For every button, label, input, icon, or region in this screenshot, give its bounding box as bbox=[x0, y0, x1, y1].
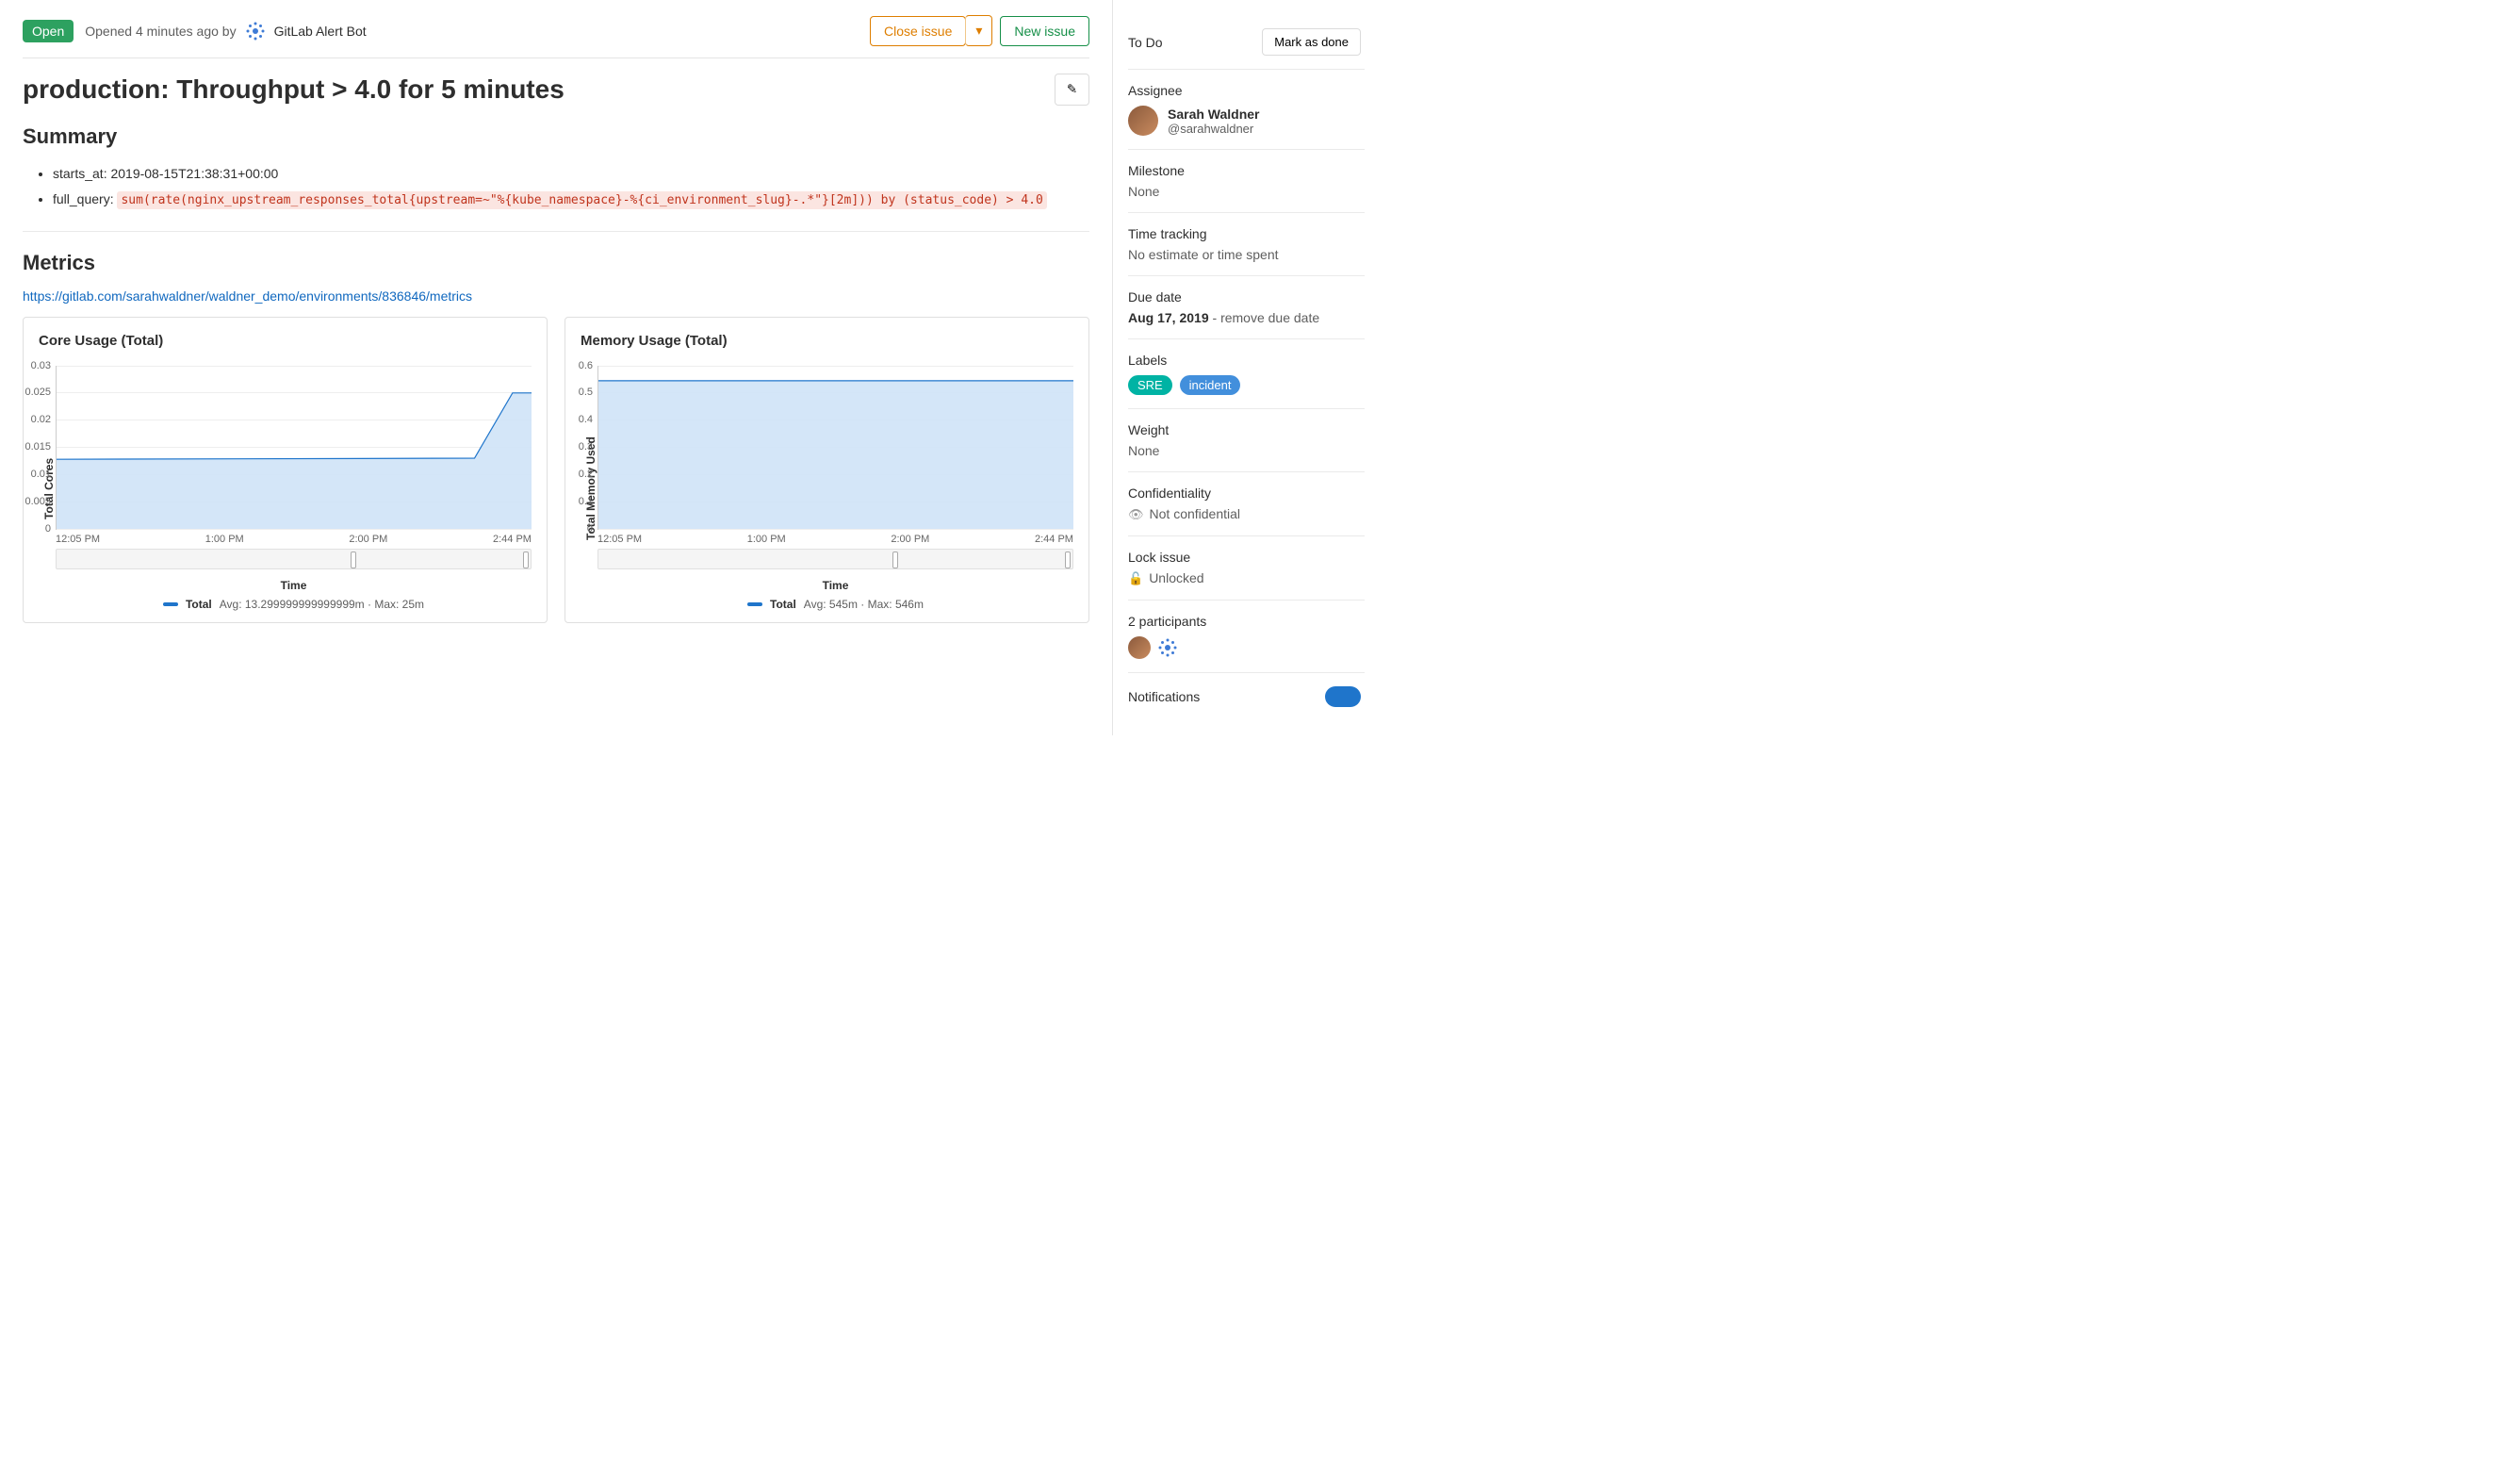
summary-list: starts_at: 2019-08-15T21:38:31+00:00 ful… bbox=[23, 162, 1089, 212]
participant-bot-icon[interactable] bbox=[1156, 636, 1179, 659]
summary-item-starts-at: starts_at: 2019-08-15T21:38:31+00:00 bbox=[53, 162, 1089, 186]
due-date-label: Due date bbox=[1128, 289, 1361, 305]
brush-handle-left[interactable] bbox=[892, 551, 898, 568]
charts-row: Core Usage (Total) Total Cores 00.0050.0… bbox=[23, 317, 1089, 623]
summary-item-full-query: full_query: sum(rate(nginx_upstream_resp… bbox=[53, 188, 1089, 211]
assignee-label: Assignee bbox=[1128, 83, 1361, 98]
edit-title-button[interactable] bbox=[1055, 74, 1089, 106]
confidentiality-label: Confidentiality bbox=[1128, 486, 1361, 501]
issue-sidebar: To Do Mark as done Assignee Sarah Waldne… bbox=[1112, 0, 1365, 735]
mark-done-button[interactable]: Mark as done bbox=[1262, 28, 1361, 56]
assignee-handle: @sarahwaldner bbox=[1168, 122, 1260, 136]
due-date-suffix: - bbox=[1209, 310, 1220, 325]
assignee-avatar[interactable] bbox=[1128, 106, 1158, 136]
y-axis-label: Total Cores bbox=[39, 366, 56, 611]
label-pill-sre[interactable]: SRE bbox=[1128, 375, 1172, 395]
divider bbox=[23, 231, 1089, 232]
assignee-name[interactable]: Sarah Waldner bbox=[1168, 107, 1260, 122]
summary-heading: Summary bbox=[23, 124, 1089, 149]
milestone-label: Milestone bbox=[1128, 163, 1361, 178]
participants-label: 2 participants bbox=[1128, 614, 1361, 629]
time-tracking-label: Time tracking bbox=[1128, 226, 1361, 241]
time-brush[interactable] bbox=[56, 549, 532, 569]
close-issue-dropdown[interactable] bbox=[965, 15, 992, 46]
label-pill-incident[interactable]: incident bbox=[1180, 375, 1241, 395]
x-ticks: 12:05 PM1:00 PM2:00 PM2:44 PM bbox=[56, 530, 532, 547]
x-ticks: 12:05 PM1:00 PM2:00 PM2:44 PM bbox=[597, 530, 1073, 547]
bot-avatar-icon bbox=[244, 20, 267, 42]
opened-text: Opened 4 minutes ago by bbox=[85, 24, 236, 39]
lock-value: Unlocked bbox=[1149, 570, 1203, 585]
weight-value: None bbox=[1128, 443, 1361, 458]
opened-by: Opened 4 minutes ago by GitLab Alert Bot bbox=[85, 20, 366, 42]
chart-legend: Total Avg: 13.299999999999999m · Max: 25… bbox=[56, 598, 532, 611]
issue-header: Open Opened 4 minutes ago by GitLab Aler… bbox=[23, 15, 1089, 58]
notifications-label: Notifications bbox=[1128, 689, 1200, 704]
chart-legend: Total Avg: 545m · Max: 546m bbox=[597, 598, 1073, 611]
notifications-toggle[interactable] bbox=[1325, 686, 1361, 707]
lock-label: Lock issue bbox=[1128, 550, 1361, 565]
close-issue-button[interactable]: Close issue bbox=[870, 16, 966, 46]
plot-area[interactable]: 00.0050.010.0150.020.0250.03 bbox=[56, 366, 532, 530]
brush-handle-right[interactable] bbox=[523, 551, 529, 568]
participant-avatar[interactable] bbox=[1128, 636, 1151, 659]
labels-label: Labels bbox=[1128, 353, 1361, 368]
brush-handle-right[interactable] bbox=[1065, 551, 1071, 568]
chart-title: Memory Usage (Total) bbox=[581, 333, 1073, 349]
issue-title: production: Throughput > 4.0 for 5 minut… bbox=[23, 74, 565, 105]
time-tracking-value: No estimate or time spent bbox=[1128, 247, 1361, 262]
issue-main: Open Opened 4 minutes ago by GitLab Aler… bbox=[0, 0, 1112, 735]
chart-memory-usage: Memory Usage (Total) Total Memory Used 0… bbox=[565, 317, 1089, 623]
metrics-heading: Metrics bbox=[23, 251, 1089, 275]
legend-swatch-icon bbox=[163, 602, 178, 606]
brush-handle-left[interactable] bbox=[351, 551, 356, 568]
eye-icon bbox=[1128, 506, 1150, 521]
plot-area[interactable]: 00.10.20.30.40.50.6 bbox=[597, 366, 1073, 530]
time-brush[interactable] bbox=[597, 549, 1073, 569]
status-badge: Open bbox=[23, 20, 74, 42]
full-query-label: full_query: bbox=[53, 191, 117, 206]
legend-series-name: Total bbox=[770, 598, 796, 611]
bot-name[interactable]: GitLab Alert Bot bbox=[274, 24, 367, 39]
milestone-value: None bbox=[1128, 184, 1361, 199]
legend-stats: Avg: 13.299999999999999m · Max: 25m bbox=[220, 598, 424, 611]
new-issue-button[interactable]: New issue bbox=[1000, 16, 1089, 46]
full-query-code: sum(rate(nginx_upstream_responses_total{… bbox=[117, 191, 1046, 209]
legend-swatch-icon bbox=[747, 602, 762, 606]
legend-series-name: Total bbox=[186, 598, 212, 611]
weight-label: Weight bbox=[1128, 422, 1361, 437]
confidentiality-value: Not confidential bbox=[1150, 506, 1241, 521]
metrics-link[interactable]: https://gitlab.com/sarahwaldner/waldner_… bbox=[23, 288, 472, 304]
legend-stats: Avg: 545m · Max: 546m bbox=[804, 598, 924, 611]
remove-due-date-link[interactable]: remove due date bbox=[1220, 310, 1319, 325]
chart-core-usage: Core Usage (Total) Total Cores 00.0050.0… bbox=[23, 317, 548, 623]
x-axis-label: Time bbox=[56, 579, 532, 592]
due-date-value: Aug 17, 2019 bbox=[1128, 310, 1209, 325]
y-axis-label: Total Memory Used bbox=[581, 366, 597, 611]
chart-title: Core Usage (Total) bbox=[39, 333, 532, 349]
x-axis-label: Time bbox=[597, 579, 1073, 592]
lock-icon bbox=[1128, 570, 1149, 585]
todo-label: To Do bbox=[1128, 35, 1163, 50]
